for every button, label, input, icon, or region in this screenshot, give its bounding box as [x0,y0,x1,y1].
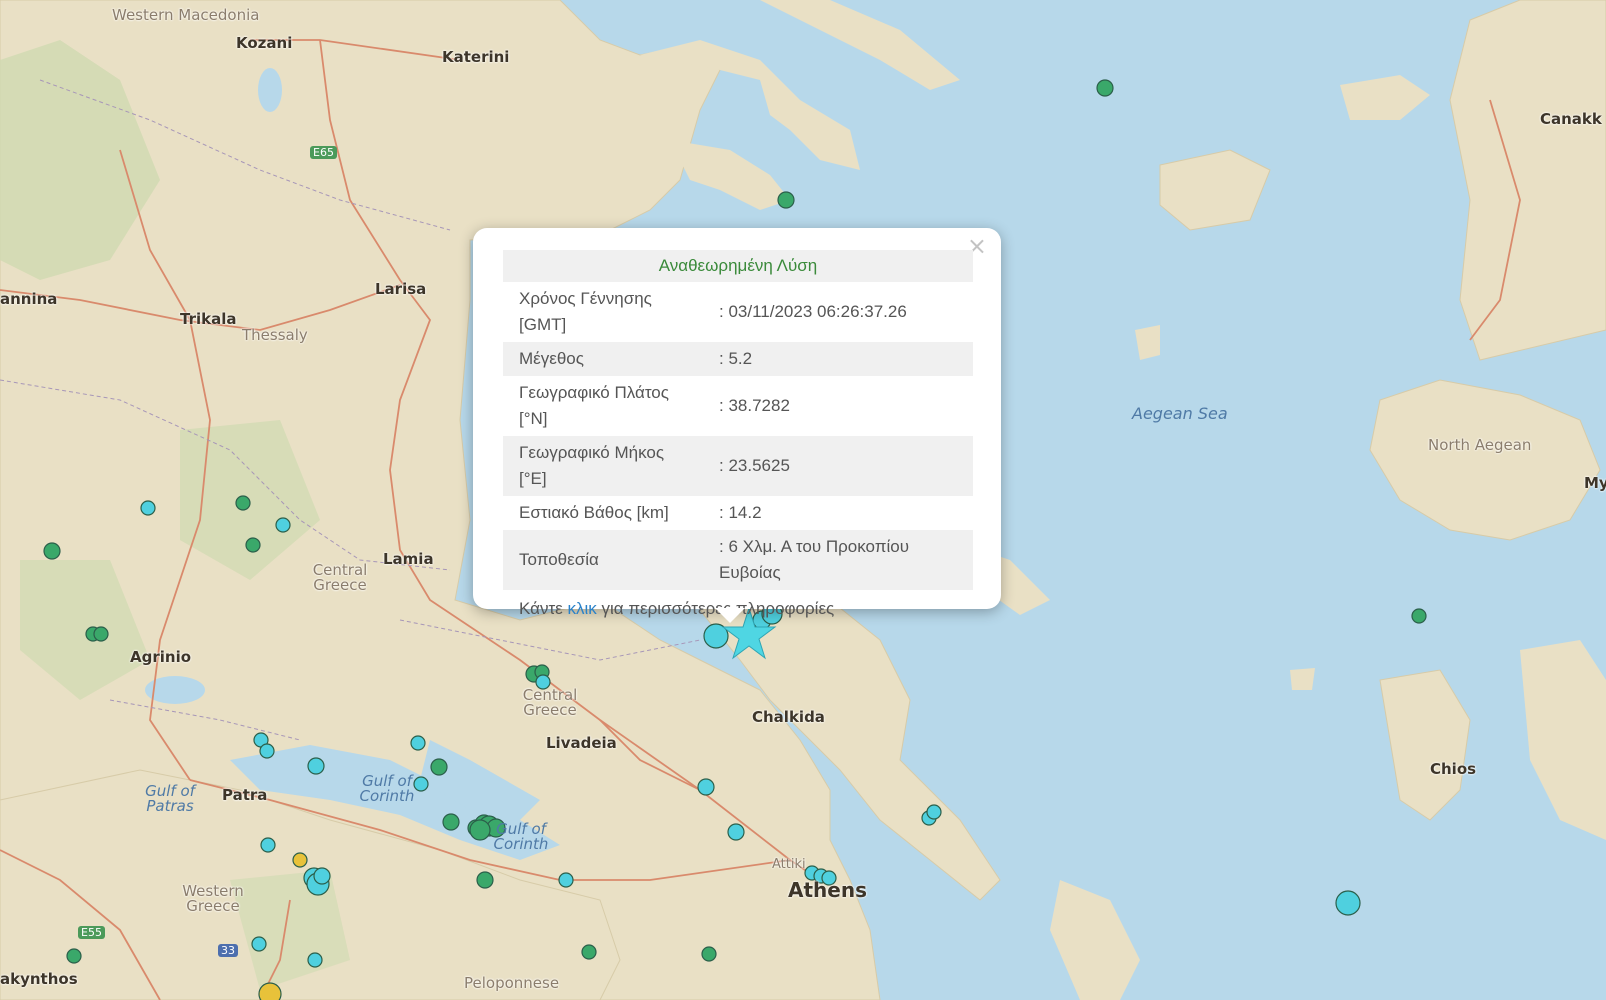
label-gulf-of-corinth-1: Gulf of Corinth [359,772,415,805]
info-value-longitude: : 23.5625 [703,436,973,496]
label-zakynthos: akynthos [0,970,78,988]
earthquake-marker-green[interactable] [1096,79,1114,97]
earthquake-info-popup: × Αναθεωρημένη Λύση Χρόνος Γέννησης [GMT… [473,228,1001,623]
info-value-location: : 6 Χλμ. Α του Προκοπίου Ευβοίας [703,530,973,590]
label-western-macedonia: Western Macedonia [112,6,260,24]
label-chalkida: Chalkida [752,708,825,726]
label-north-aegean: North Aegean [1428,436,1532,454]
earthquake-marker-green[interactable] [777,191,795,209]
label-thessaly: Thessaly [242,326,308,344]
earthquake-marker-cyan[interactable] [307,952,323,968]
info-row: Χρόνος Γέννησης [GMT] : 03/11/2023 06:26… [503,282,973,342]
popup-title: Αναθεωρημένη Λύση [503,250,973,282]
info-key-location: Τοποθεσία [503,530,703,590]
earthquake-marker-yellow[interactable] [258,982,282,1000]
road-shield-e65: E65 [310,146,337,159]
popup-tip [715,608,745,623]
earthquake-marker-cyan[interactable] [1335,890,1361,916]
info-row: Γεωγραφικό Μήκος [°E] : 23.5625 [503,436,973,496]
earthquake-marker-green[interactable] [581,944,597,960]
label-katerini: Katerini [442,48,510,66]
label-lamia: Lamia [383,550,434,568]
info-row: Εστιακό Βάθος [km] : 14.2 [503,496,973,530]
earthquake-marker-green[interactable] [235,495,251,511]
earthquake-marker-cyan[interactable] [260,837,276,853]
info-key-depth: Εστιακό Βάθος [km] [519,503,669,522]
label-ioannina: annina [0,290,58,308]
label-patra: Patra [222,786,268,804]
label-peloponnese: Peloponnese [464,974,560,992]
label-central-greece-1: Central Greece [312,561,368,594]
info-key-latitude: Γεωγραφικό Πλάτος [°N] [519,383,669,428]
info-row: Μέγεθος : 5.2 [503,342,973,376]
earthquake-marker-green[interactable] [1411,608,1427,624]
earthquake-marker-cyan[interactable] [926,804,942,820]
label-chios: Chios [1430,760,1477,778]
earthquake-info-table: Αναθεωρημένη Λύση Χρόνος Γέννησης [GMT] … [503,250,973,628]
earthquake-marker-cyan[interactable] [313,867,331,885]
earthquake-marker-yellow[interactable] [292,852,308,868]
label-gulf-of-patras: Gulf of Patras [145,782,195,815]
label-central-greece-2: Central Greece [522,686,578,719]
earthquake-marker-green[interactable] [93,626,109,642]
label-kozani: Kozani [236,34,293,52]
info-row: Τοποθεσία : 6 Χλμ. Α του Προκοπίου Ευβοί… [503,530,973,590]
road-shield-e55: E55 [78,926,105,939]
map-canvas[interactable]: Western Macedonia Kozani Katerini Larisa… [0,0,1606,1000]
label-livadeia: Livadeia [546,734,617,752]
earthquake-marker-green[interactable] [43,542,61,560]
info-row: Γεωγραφικό Πλάτος [°N] : 38.7282 [503,376,973,436]
label-larisa: Larisa [375,280,427,298]
more-info-prefix: Κάντε [519,599,568,618]
label-aegean-sea: Aegean Sea [1132,404,1228,423]
label-canakkale: Canakk [1540,110,1602,128]
earthquake-marker-cyan[interactable] [307,757,325,775]
earthquake-marker-cyan[interactable] [410,735,426,751]
earthquake-marker-cyan[interactable] [727,823,745,841]
earthquake-marker-cyan[interactable] [140,500,156,516]
label-gulf-of-corinth-2: Gulf of Corinth [493,820,549,853]
info-key-magnitude: Μέγεθος [503,342,703,376]
earthquake-marker-cyan[interactable] [558,872,574,888]
earthquake-marker-cyan[interactable] [697,778,715,796]
label-agrinio: Agrinio [130,648,192,666]
label-trikala: Trikala [180,310,237,328]
label-attiki: Attiki [772,857,806,872]
earthquake-marker-green[interactable] [476,871,494,889]
label-western-greece: Western Greece [182,882,244,915]
earthquake-marker-green[interactable] [245,537,261,553]
earthquake-marker-green[interactable] [442,813,460,831]
earthquake-marker-green[interactable] [701,946,717,962]
info-key-longitude: Γεωγραφικό Μήκος [°E] [503,436,703,496]
earthquake-marker-green[interactable] [66,948,82,964]
more-info-link[interactable]: κλικ [567,599,596,618]
earthquake-marker-cyan[interactable] [275,517,291,533]
info-value-depth: : 14.2 [719,503,762,522]
earthquake-marker-cyan[interactable] [259,743,275,759]
info-value-latitude: : 38.7282 [719,396,790,415]
earthquake-marker-green[interactable] [430,758,448,776]
label-athens: Athens [788,878,867,902]
earthquake-marker-cyan[interactable] [251,936,267,952]
info-value-magnitude: : 5.2 [703,342,973,376]
info-key-origin-time: Χρόνος Γέννησης [GMT] [519,289,652,334]
info-value-origin-time: : 03/11/2023 06:26:37.26 [719,302,907,321]
label-my: My [1584,474,1606,492]
road-shield-33: 33 [218,944,238,957]
